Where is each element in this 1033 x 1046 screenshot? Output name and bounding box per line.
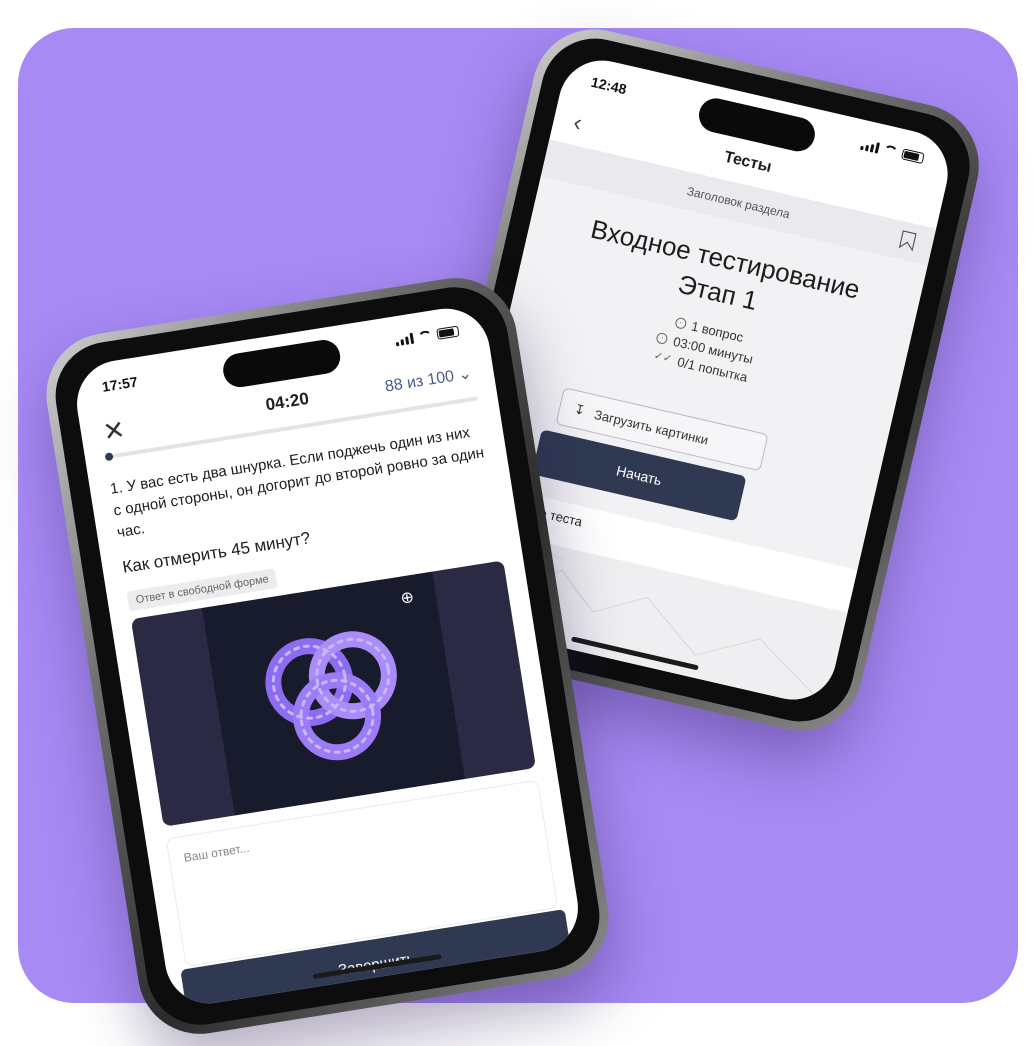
knot-image <box>265 631 397 761</box>
chevron-down-icon: ⌄ <box>457 365 473 384</box>
signal-icon <box>395 332 415 346</box>
target-icon: · <box>673 316 688 330</box>
battery-icon <box>901 147 925 164</box>
progress-dropdown[interactable]: 88 из 100 ⌄ <box>383 363 473 396</box>
status-icons <box>860 138 925 164</box>
answer-placeholder: Ваш ответ... <box>182 840 251 865</box>
clock-icon: · <box>655 331 669 346</box>
question-screen: 17:57 ✕ 04:20 88 из 100 ⌄ 1. У вас есть … <box>70 302 585 1010</box>
phone-bezel: 17:57 ✕ 04:20 88 из 100 ⌄ 1. У вас есть … <box>47 279 608 1033</box>
status-time: 17:57 <box>100 373 139 395</box>
image-panel <box>201 571 465 816</box>
back-chevron-icon[interactable]: ‹ <box>571 109 585 138</box>
status-time: 12:48 <box>589 73 629 98</box>
download-icon: ↧ <box>572 401 587 419</box>
battery-icon <box>436 325 460 340</box>
progress-bar-fill <box>104 452 114 462</box>
zoom-in-icon[interactable]: ⊕ <box>399 587 415 609</box>
bookmark-icon[interactable] <box>898 230 917 252</box>
signal-icon <box>860 138 881 154</box>
wifi-icon <box>417 330 432 342</box>
double-check-icon: ✓✓ <box>652 349 674 366</box>
start-button-label: Начать <box>614 462 664 489</box>
upload-images-label: Загрузить картинки <box>592 406 710 448</box>
progress-text: 88 из 100 <box>383 367 456 396</box>
status-icons <box>395 325 460 346</box>
nav-title: Тесты <box>722 148 774 176</box>
wifi-icon <box>883 144 899 157</box>
